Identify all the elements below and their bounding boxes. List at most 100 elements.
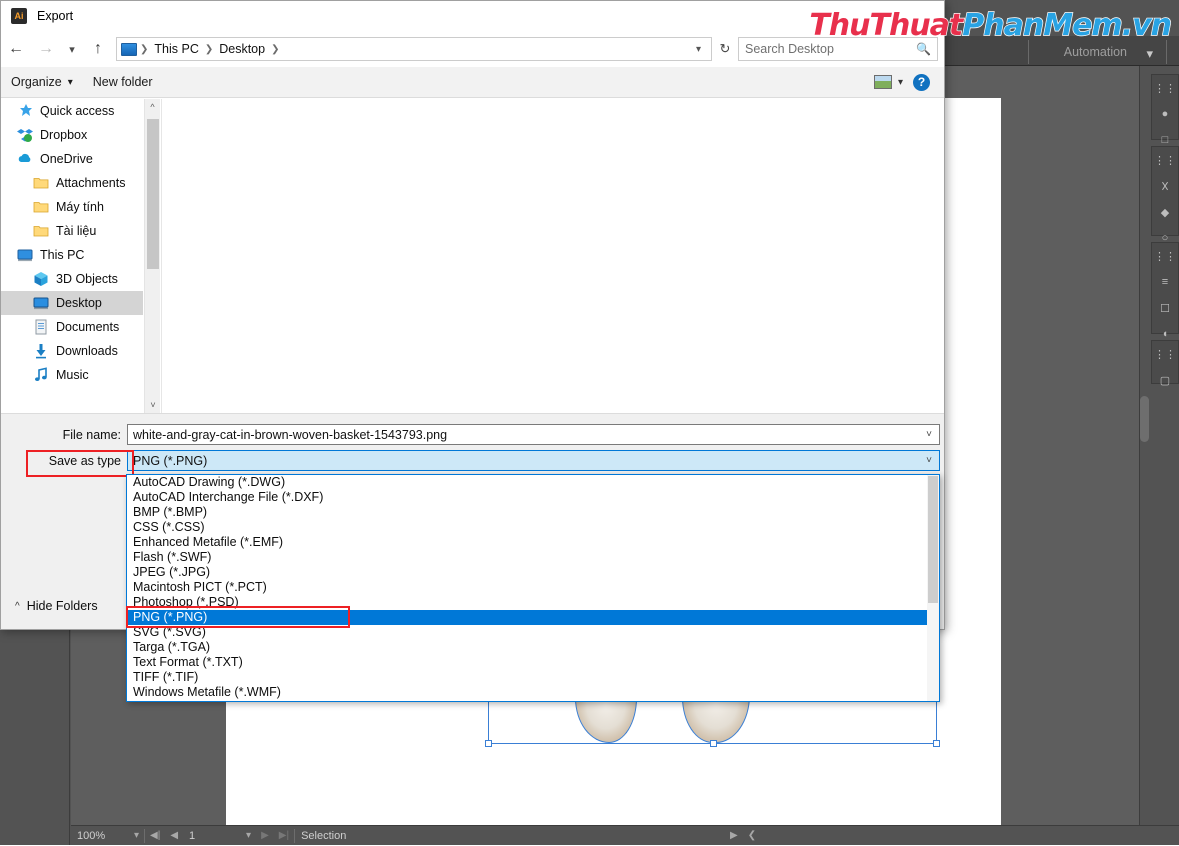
selection-handle-bottom-left[interactable] [485,740,492,747]
search-input[interactable]: Search Desktop [745,42,916,56]
watermark-part-2: PhanMem [962,8,1121,43]
dropdown-option[interactable]: TIFF (*.TIF) [127,670,939,685]
chevron-down-icon[interactable]: ˅ [919,455,939,466]
sidebar-item-documents[interactable]: Documents [1,315,143,339]
address-dropdown-icon[interactable]: ▾ [690,44,707,55]
desktop-icon [33,295,49,311]
sidebar-item-attachments[interactable]: Attachments [1,171,143,195]
scroll-up-icon[interactable]: ^ [145,99,160,115]
dropdown-option[interactable]: Text Format (*.TXT) [127,655,939,670]
chevron-down-icon[interactable]: ˅ [919,429,939,440]
hide-folders-button[interactable]: ^ Hide Folders [15,599,98,613]
color-panel-icon[interactable]: ● [1152,101,1178,127]
dock-group-layers[interactable]: ⋮⋮ ≡ ☐ ◖ [1151,242,1179,334]
refresh-icon[interactable]: ↻ [712,37,738,61]
annotation-highlight-png-option [126,606,350,628]
status-text: Selection [295,826,725,846]
organize-button[interactable]: Organize ▾ [1,67,83,98]
zoom-dropdown-icon[interactable]: ▾ [129,830,144,841]
sidebar-item-music[interactable]: Music [1,363,143,387]
brushes-panel-icon[interactable]: 𐌢 [1152,173,1178,199]
sidebar-item-desktop[interactable]: Desktop [1,291,143,315]
last-artboard-icon[interactable]: ▶| [274,830,294,841]
folder-icon [33,199,49,215]
new-folder-button[interactable]: New folder [83,67,163,98]
dropdown-scrollbar-thumb[interactable] [928,476,938,603]
dropdown-option[interactable]: Flash (*.SWF) [127,550,939,565]
first-artboard-icon[interactable]: ◀| [145,830,165,841]
status-menu-icon[interactable]: ▶ [725,830,743,841]
navigation-pane[interactable]: Quick access Dropbox OneDrive AttachmentsMá… [1,99,143,413]
previous-artboard-icon[interactable]: ◀ [165,830,183,841]
next-artboard-icon[interactable]: ▶ [256,830,274,841]
illustrator-right-dock[interactable]: ^ ⋮⋮ ● □ ⋮⋮ 𐌢 ◆ ○ ⋮⋮ ≡ ☐ ◖ ⋮⋮ ▢ [1139,66,1179,825]
dropdown-option[interactable]: Enhanced Metafile (*.EMF) [127,535,939,550]
artboard-dropdown-icon[interactable]: ▾ [241,830,256,841]
download-icon [33,343,49,359]
navigation-scrollbar[interactable]: ^ ˅ [144,99,160,413]
address-bar[interactable]: ❯ This PC ❯ Desktop ❯ ▾ [116,37,712,61]
sidebar-item-label: OneDrive [40,152,93,166]
dropdown-option[interactable]: Macintosh PICT (*.PCT) [127,580,939,595]
artboards-panel-icon[interactable]: ☐ [1152,295,1178,321]
artboard-number-value[interactable]: 1 [183,826,241,846]
sidebar-item-label: Downloads [56,344,118,358]
dropdown-scrollbar[interactable] [927,475,939,701]
save-as-type-dropdown-list[interactable]: AutoCAD Drawing (*.DWG)AutoCAD Interchan… [126,474,940,702]
dock-scroll-thumb[interactable] [1140,396,1149,442]
help-icon[interactable]: ? [913,74,930,91]
dock-group-properties[interactable]: ⋮⋮ ● □ [1151,74,1179,140]
dropdown-option[interactable]: JPEG (*.JPG) [127,565,939,580]
dropdown-options-container[interactable]: AutoCAD Drawing (*.DWG)AutoCAD Interchan… [127,475,939,700]
sidebar-item-3d-objects[interactable]: 3D Objects [1,267,143,291]
dropdown-option[interactable]: Windows Metafile (*.WMF) [127,685,939,700]
scroll-down-icon[interactable]: ˅ [145,397,161,413]
view-options-chevron-icon[interactable]: ▾ [892,77,913,88]
status-collapse-icon[interactable]: ❮ [743,830,761,841]
sidebar-item-tài-liệu[interactable]: Tài liệu [1,219,143,243]
dropdown-option[interactable]: AutoCAD Drawing (*.DWG) [127,475,939,490]
transform-panel-icon[interactable]: ▢ [1152,367,1178,393]
sidebar-item-this-pc[interactable]: This PC [1,243,143,267]
dialog-title: Export [37,9,73,23]
dock-group-libraries[interactable]: ⋮⋮ 𐌢 ◆ ○ [1151,146,1179,236]
file-name-input[interactable]: white-and-gray-cat-in-brown-woven-basket… [127,424,940,445]
back-arrow-icon[interactable]: ← [1,34,31,64]
recent-locations-icon[interactable]: ▾ [61,34,83,64]
dialog-toolbar: Organize ▾ New folder ▾ ? [1,67,944,98]
sidebar-item-dropbox[interactable]: Dropbox [1,123,143,147]
sidebar-item-máy-tính[interactable]: Máy tính [1,195,143,219]
scrollbar-thumb[interactable] [147,119,159,269]
file-name-label: File name: [21,428,121,442]
breadcrumb-this-pc[interactable]: This PC [149,42,203,56]
sidebar-item-onedrive[interactable]: OneDrive [1,147,143,171]
folder-icon [33,175,49,191]
chevron-down-icon: ▾ [62,77,73,88]
breadcrumb-desktop[interactable]: Desktop [214,42,270,56]
save-as-type-combobox[interactable]: PNG (*.PNG) ˅ [127,450,940,471]
dropdown-option[interactable]: AutoCAD Interchange File (*.DXF) [127,490,939,505]
panel-grip-icon: ⋮⋮ [1152,75,1178,101]
sidebar-item-label: Tài liệu [56,224,96,238]
layers-panel-icon[interactable]: ≡ [1152,269,1178,295]
watermark-part-3: .vn [1122,8,1171,43]
chevron-down-icon[interactable]: ▾ [1146,46,1153,62]
selection-handle-bottom-center[interactable] [710,740,717,747]
up-arrow-icon[interactable]: ↑ [83,34,113,64]
forward-arrow-icon[interactable]: → [31,34,61,64]
dock-group-misc[interactable]: ⋮⋮ ▢ [1151,340,1179,384]
symbols-panel-icon[interactable]: ◆ [1152,199,1178,225]
file-list-pane[interactable] [161,99,944,413]
dropdown-option[interactable]: Targa (*.TGA) [127,640,939,655]
sidebar-item-label: Dropbox [40,128,87,142]
view-layout-icon[interactable] [874,75,892,89]
dropdown-option[interactable]: BMP (*.BMP) [127,505,939,520]
sidebar-item-downloads[interactable]: Downloads [1,339,143,363]
selection-handle-bottom-right[interactable] [933,740,940,747]
zoom-level-value[interactable]: 100% [71,826,129,846]
dropdown-option[interactable]: CSS (*.CSS) [127,520,939,535]
illustrator-status-bar: 100% ▾ ◀| ◀ 1 ▾ ▶ ▶| Selection ▶ ❮ [71,825,1179,845]
watermark: ThuThuatPhanMem.vn [809,8,1171,43]
panel-grip-icon: ⋮⋮ [1152,147,1178,173]
sidebar-item-quick-access[interactable]: Quick access [1,99,143,123]
